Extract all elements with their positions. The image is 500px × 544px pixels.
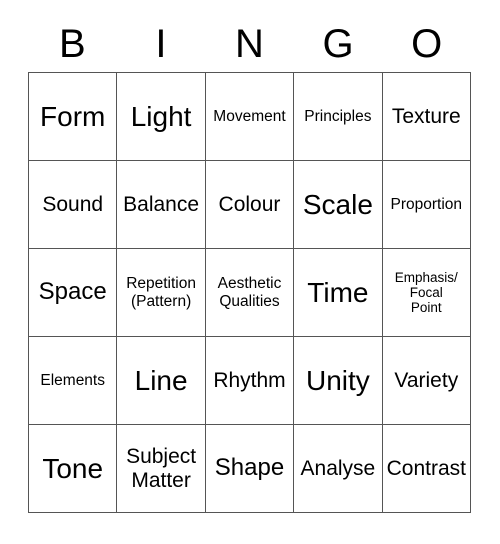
bingo-cell-label: Analyse [300, 456, 376, 480]
bingo-card: B I N G O Form Light Movement Principles… [0, 0, 500, 544]
bingo-cell-r5c3[interactable]: Shape [205, 425, 295, 513]
bingo-cell-label: Colour [218, 192, 281, 216]
bingo-cell-r1c4[interactable]: Principles [294, 73, 383, 161]
bingo-cell-r5c5[interactable]: Contrast [382, 425, 471, 513]
header-letter-n: N [235, 22, 264, 66]
bingo-cell-label: Unity [305, 364, 370, 396]
bingo-cell-label: Aesthetic Qualities [217, 275, 282, 310]
bingo-cell-r3c1[interactable]: Space [29, 249, 118, 337]
bingo-cell-r3c4[interactable]: Time [294, 249, 383, 337]
bingo-cell-r4c4[interactable]: Unity [294, 337, 383, 425]
bingo-cell-label: Line [134, 364, 188, 396]
header-letter-g: G [322, 22, 354, 66]
bingo-cell-r1c1[interactable]: Form [29, 73, 118, 161]
bingo-cell-r4c3[interactable]: Rhythm [205, 337, 295, 425]
bingo-cell-r2c1[interactable]: Sound [29, 161, 118, 249]
header-letter-o: O [411, 22, 443, 66]
bingo-cell-r4c5[interactable]: Variety [382, 337, 471, 425]
bingo-cell-r1c5[interactable]: Texture [382, 73, 471, 161]
bingo-cell-label: Repetition (Pattern) [126, 275, 196, 310]
bingo-cell-r2c5[interactable]: Proportion [382, 161, 471, 249]
bingo-cell-r4c1[interactable]: Elements [29, 337, 118, 425]
bingo-cell-label: Rhythm [213, 368, 286, 392]
bingo-cell-label: Time [307, 276, 369, 308]
bingo-cell-label: Form [40, 100, 106, 132]
bingo-cell-label: Elements [40, 371, 105, 389]
bingo-cell-label: Sound [42, 192, 104, 216]
bingo-cell-r5c1[interactable]: Tone [29, 425, 118, 513]
bingo-cell-r3c5[interactable]: Emphasis/ Focal Point [382, 249, 471, 337]
bingo-cell-r2c3[interactable]: Colour [205, 161, 295, 249]
bingo-cell-r1c2[interactable]: Light [117, 73, 206, 161]
bingo-cell-label: Principles [304, 107, 372, 125]
bingo-cell-r2c4[interactable]: Scale [294, 161, 383, 249]
bingo-cell-label: Scale [302, 188, 373, 220]
bingo-cell-r5c4[interactable]: Analyse [294, 425, 383, 513]
bingo-cell-r3c2[interactable]: Repetition (Pattern) [117, 249, 206, 337]
header-letter-i: I [155, 22, 167, 66]
bingo-cell-label: Subject Matter [126, 444, 197, 492]
bingo-cell-r2c2[interactable]: Balance [117, 161, 206, 249]
bingo-cell-label: Variety [394, 368, 459, 392]
bingo-cell-label: Proportion [390, 195, 463, 213]
bingo-cell-r4c2[interactable]: Line [117, 337, 206, 425]
bingo-cell-label: Contrast [386, 456, 466, 480]
bingo-grid: Form Light Movement Principles Texture S… [28, 72, 471, 513]
bingo-cell-label: Movement [213, 107, 286, 125]
bingo-cell-label: Light [130, 100, 192, 132]
bingo-cell-label: Balance [123, 192, 200, 216]
bingo-cell-label: Shape [214, 454, 285, 482]
bingo-cell-r1c3[interactable]: Movement [205, 73, 295, 161]
bingo-cell-label: Texture [391, 104, 461, 128]
bingo-cell-r3c3[interactable]: Aesthetic Qualities [205, 249, 295, 337]
bingo-cell-label: Space [38, 278, 107, 306]
bingo-header-row: B I N G O [28, 16, 471, 72]
bingo-cell-r5c2[interactable]: Subject Matter [117, 425, 206, 513]
bingo-cell-label: Tone [42, 452, 104, 484]
bingo-cell-label: Emphasis/ Focal Point [394, 269, 458, 316]
header-letter-b: B [58, 22, 86, 66]
